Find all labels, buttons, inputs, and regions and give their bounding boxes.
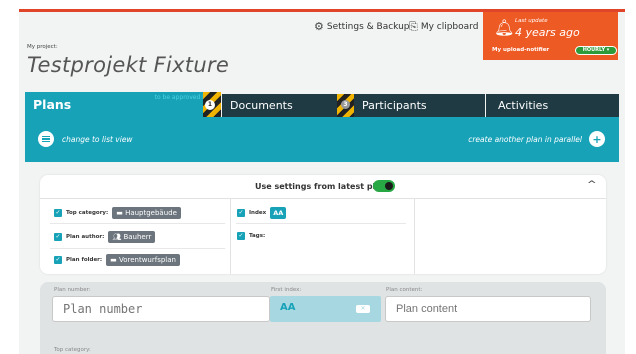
user-group-icon: 👥︎ xyxy=(112,233,122,241)
index-row: ✓ Index AA xyxy=(237,207,287,219)
list-icon xyxy=(38,131,54,147)
top-category-checkbox[interactable]: ✓ xyxy=(54,209,62,217)
row-divider xyxy=(50,248,225,249)
gear-icon: ⚙ xyxy=(314,20,324,33)
plan-folder-label: Plan folder: xyxy=(66,257,103,263)
tab-documents[interactable]: Documents xyxy=(222,94,353,117)
tags-row: ✓ Tags: xyxy=(237,232,265,240)
parallel-label: create another plan in parallel xyxy=(468,134,582,144)
create-parallel-plan-button[interactable]: create another plan in parallel + xyxy=(468,131,605,147)
latest-plan-settings-card: Use settings from latest plan ^ ✓ Top ca… xyxy=(40,175,606,274)
my-clipboard-link[interactable]: ⎘ My clipboard xyxy=(409,20,478,34)
plan-folder-row: ✓ Plan folder: ▬ Vorentwurfsplan xyxy=(54,254,180,266)
first-index-label: First index: xyxy=(271,287,302,293)
tab-documents-badge: 3 xyxy=(341,100,350,109)
list-view-label: change to list view xyxy=(62,134,133,144)
notifier-frequency-select[interactable]: HOURLY ▾ xyxy=(575,46,617,55)
plan-author-checkbox[interactable]: ✓ xyxy=(54,233,62,241)
plan-author-tag: 👥︎ Bauherr xyxy=(108,231,156,243)
my-clipboard-label: My clipboard xyxy=(420,22,479,32)
index-value: AA xyxy=(270,207,287,219)
top-category-row: ✓ Top category: ▬ Hauptgebäude xyxy=(54,207,181,219)
settings-card-header[interactable]: Use settings from latest plan ^ xyxy=(40,175,606,199)
row-divider xyxy=(50,223,225,224)
tab-plans-badge: 1 xyxy=(205,100,215,110)
upload-notifier-panel[interactable]: 🔔︎ Last update 4 years ago My upload-not… xyxy=(483,12,618,60)
change-to-list-view-button[interactable]: change to list view xyxy=(38,131,133,147)
plan-number-label: Plan number: xyxy=(54,287,91,293)
folder-icon: ▬ xyxy=(116,209,123,217)
index-label: Index xyxy=(249,210,267,216)
tags-checkbox[interactable]: ✓ xyxy=(237,232,245,240)
chevron-up-icon[interactable]: ^ xyxy=(587,180,597,190)
plan-folder-tag: ▬ Vorentwurfsplan xyxy=(106,254,180,266)
top-category-value: Hauptgebäude xyxy=(125,209,177,217)
tab-participants-label: Participants xyxy=(362,99,427,112)
last-update-label: Last update xyxy=(515,18,548,24)
plans-toolbar: change to list view create another plan … xyxy=(25,117,619,162)
first-index-value: AA xyxy=(280,302,296,313)
row-divider xyxy=(236,223,406,224)
tab-participants[interactable]: Participants xyxy=(354,94,485,117)
settings-backup-label: Settings & Backup xyxy=(326,21,410,32)
use-latest-settings-toggle[interactable] xyxy=(373,180,395,192)
settings-backup-link[interactable]: ⚙ Settings & Backup xyxy=(314,20,410,33)
last-update-age: 4 years ago xyxy=(515,26,580,39)
top-category-label: Top category: xyxy=(66,210,109,216)
top-category-field-label: Top category: xyxy=(54,347,91,353)
tab-plans-label: Plans xyxy=(33,97,72,112)
clipboard-icon: ⎘ xyxy=(409,20,418,33)
first-index-field[interactable]: AA ✕ xyxy=(270,296,381,322)
top-category-tag: ▬ Hauptgebäude xyxy=(112,207,181,219)
tab-plans[interactable]: Plans to be approved by me 1 xyxy=(25,92,221,117)
plus-icon: + xyxy=(589,131,605,147)
plan-number-input[interactable] xyxy=(52,296,270,322)
tab-activities-label: Activities xyxy=(498,99,549,112)
top-accent-line xyxy=(19,9,625,12)
clear-icon[interactable]: ✕ xyxy=(356,305,370,313)
project-title: Testprojekt Fixture xyxy=(27,53,230,77)
settings-card-title: Use settings from latest plan xyxy=(255,182,387,191)
plan-author-value: Bauherr xyxy=(123,233,152,241)
tags-label: Tags: xyxy=(249,233,266,239)
plan-form: Plan number: First index: AA ✕ Plan cont… xyxy=(40,282,606,354)
plan-folder-value: Vorentwurfsplan xyxy=(118,256,176,264)
plan-folder-checkbox[interactable]: ✓ xyxy=(54,256,62,264)
index-checkbox[interactable]: ✓ xyxy=(237,209,245,217)
plan-content-label: Plan content: xyxy=(386,287,423,293)
project-label: My project: xyxy=(27,44,58,50)
bell-icon: 🔔︎ xyxy=(494,18,515,37)
tab-documents-label: Documents xyxy=(230,99,293,112)
folder-icon: ▬ xyxy=(110,256,117,264)
column-divider xyxy=(414,199,415,274)
plan-content-input[interactable] xyxy=(385,296,591,322)
tab-activities[interactable]: Activities xyxy=(486,94,619,117)
column-divider xyxy=(230,199,231,274)
notifier-name: My upload-notifier xyxy=(492,47,550,53)
plan-author-label: Plan author: xyxy=(66,234,105,240)
plan-author-row: ✓ Plan author: 👥︎ Bauherr xyxy=(54,231,156,243)
